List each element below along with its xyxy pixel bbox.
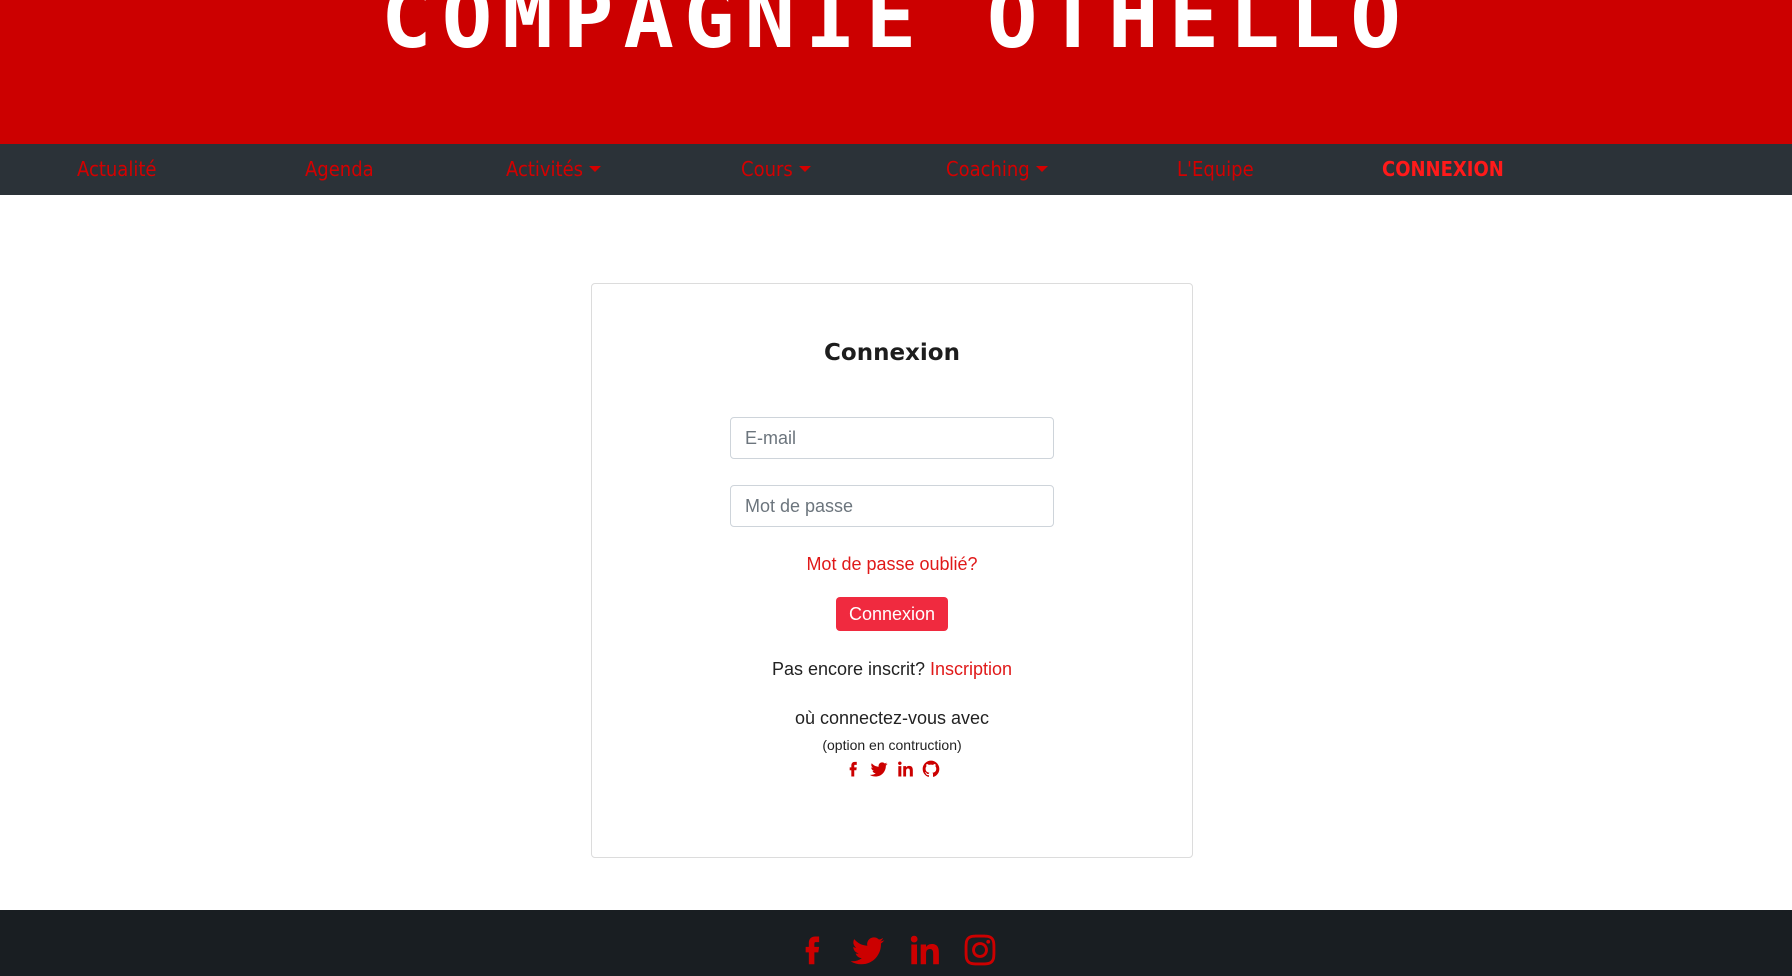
chevron-down-icon: [1035, 165, 1048, 172]
email-field[interactable]: [730, 417, 1054, 459]
instagram-icon[interactable]: [961, 931, 999, 969]
login-card: Connexion Mot de passe oublié? Connexion…: [591, 283, 1193, 858]
linkedin-icon[interactable]: [895, 759, 915, 779]
connect-with-text: où connectez-vous avec: [794, 708, 990, 728]
signup-link[interactable]: Inscription: [930, 659, 1012, 679]
linkedin-icon[interactable]: [905, 931, 943, 969]
login-title: Connexion: [824, 340, 960, 366]
nav-item-label: Agenda: [305, 157, 374, 181]
site-banner: COMPAGNIE OTHELLO: [0, 0, 1792, 144]
nav-item-connexion[interactable]: CONNEXION: [1382, 144, 1504, 195]
main-navbar: Actualité Agenda Activités Cours Coachin…: [0, 144, 1792, 195]
signup-prompt: Pas encore inscrit? Inscription: [592, 659, 1192, 680]
nav-item-label: Actualité: [77, 157, 157, 181]
nav-item-label: Cours: [741, 157, 793, 181]
nav-item-label: L'Equipe: [1177, 157, 1254, 181]
nav-item-equipe[interactable]: L'Equipe: [1177, 144, 1254, 195]
forgot-password-link[interactable]: Mot de passe oublié?: [592, 554, 1192, 575]
social-login-icons: [592, 757, 1192, 781]
nav-item-cours[interactable]: Cours: [741, 144, 811, 195]
facebook-icon[interactable]: [793, 931, 831, 969]
chevron-down-icon: [589, 165, 602, 172]
nav-item-activites[interactable]: Activités: [506, 144, 602, 195]
signup-prompt-text: Pas encore inscrit?: [771, 659, 931, 679]
nav-item-label: CONNEXION: [1382, 157, 1504, 181]
twitter-icon[interactable]: [849, 931, 887, 969]
site-title: COMPAGNIE OTHELLO: [381, 0, 1411, 67]
nav-item-actualite[interactable]: Actualité: [77, 144, 156, 195]
nav-item-label: Activités: [506, 157, 584, 181]
github-icon[interactable]: [921, 759, 941, 779]
site-footer: [0, 910, 1792, 976]
option-note: (option en contruction): [822, 737, 962, 753]
footer-social-icons: [0, 930, 1792, 970]
chevron-down-icon: [798, 165, 811, 172]
password-field[interactable]: [730, 485, 1054, 527]
twitter-icon[interactable]: [869, 759, 889, 779]
login-button[interactable]: Connexion: [836, 597, 948, 631]
nav-item-coaching[interactable]: Coaching: [946, 144, 1048, 195]
nav-item-label: Coaching: [946, 157, 1030, 181]
facebook-icon[interactable]: [843, 759, 863, 779]
nav-item-agenda[interactable]: Agenda: [305, 144, 374, 195]
